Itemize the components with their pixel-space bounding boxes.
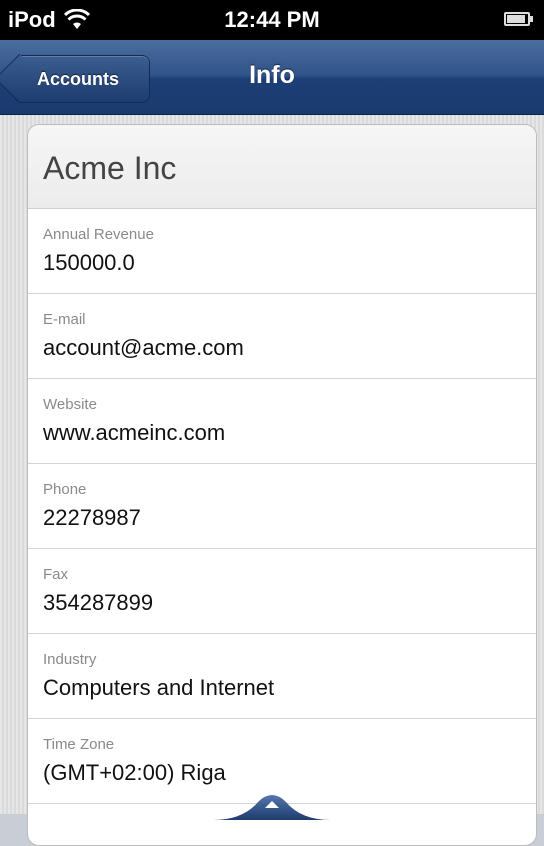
- field-value: 354287899: [43, 590, 154, 615]
- account-detail-card: Acme Inc Annual Revenue 150000.0 E-mail …: [27, 124, 537, 846]
- navigation-bar: Accounts Info: [0, 40, 544, 115]
- account-name: Acme Inc: [43, 150, 177, 186]
- field-label: Website: [43, 396, 97, 413]
- phone-link[interactable]: 22278987: [43, 505, 141, 531]
- field-annual-revenue: Annual Revenue 150000.0: [28, 209, 536, 294]
- field-website[interactable]: Website www.acmeinc.com: [28, 379, 536, 464]
- clock: 12:44 PM: [224, 7, 320, 32]
- field-label: Annual Revenue: [43, 226, 154, 243]
- website-link[interactable]: www.acmeinc.com: [43, 420, 225, 446]
- field-label: Industry: [43, 651, 97, 668]
- field-label: E-mail: [43, 311, 86, 328]
- field-fax: Fax 354287899: [28, 549, 536, 634]
- email-link[interactable]: account@acme.com: [43, 335, 244, 361]
- field-label: Phone: [43, 481, 87, 498]
- field-value: (GMT+02:00) Riga: [43, 760, 226, 785]
- field-value: Computers and Internet: [43, 675, 275, 700]
- content-area[interactable]: Acme Inc Annual Revenue 150000.0 E-mail …: [0, 115, 544, 846]
- card-header: Acme Inc: [28, 125, 536, 209]
- field-industry: Industry Computers and Internet: [28, 634, 536, 719]
- battery-icon: [504, 12, 533, 26]
- page-title: Info: [249, 61, 295, 89]
- field-value: 150000.0: [43, 250, 135, 275]
- field-phone[interactable]: Phone 22278987: [28, 464, 536, 549]
- pull-up-tab[interactable]: [213, 780, 331, 820]
- field-label: Fax: [43, 566, 69, 583]
- field-email[interactable]: E-mail account@acme.com: [28, 294, 536, 379]
- field-label: Time Zone: [43, 736, 115, 753]
- status-bar: iPod 12:44 PM: [0, 0, 544, 40]
